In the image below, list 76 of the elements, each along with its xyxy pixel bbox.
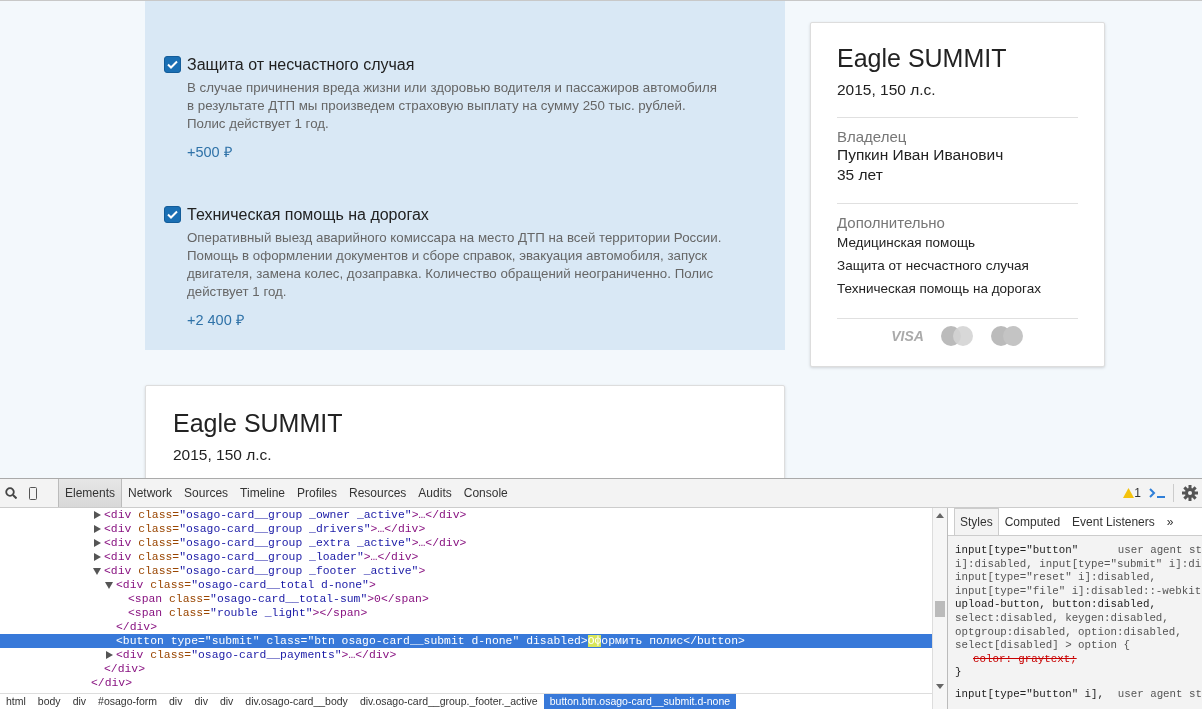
devtools-tab[interactable]: Sources (178, 479, 235, 507)
devtools-tab[interactable]: Elements (58, 479, 123, 507)
css-selector: input[type="button" (955, 544, 1079, 558)
card-title: Eagle SUMMIT (173, 408, 344, 439)
owner-label: Владелец (837, 128, 908, 145)
css-selector: input[type="file" i]:disabled::-webkit (955, 584, 1202, 599)
rule-close-brace: } (955, 666, 963, 680)
devtools-tab[interactable]: Profiles (291, 479, 343, 507)
more-tabs-button[interactable]: » (1160, 508, 1180, 535)
scrollbar[interactable] (932, 508, 947, 709)
devtools-tab[interactable]: Console (457, 479, 514, 507)
visa-logo: VISA (891, 328, 924, 344)
option-title: Защита от несчастного случая (187, 55, 416, 75)
card-title: Eagle SUMMIT (837, 43, 1008, 74)
breadcrumb-item[interactable]: div.osago-card__body (239, 694, 354, 709)
css-selector: select:disabled, keygen:disabled, (955, 611, 1170, 626)
option-price: +500 ₽ (187, 143, 233, 161)
dom-node-line[interactable]: <div class="osago-card__group _extra _active">…</div> (0, 536, 932, 550)
extra-item: Защита от несчастного случая (837, 257, 1030, 275)
settings-icon[interactable] (1182, 485, 1198, 501)
collapsed-triangle-icon[interactable] (105, 651, 113, 659)
card-subtitle: 2015, 150 л.с. (173, 446, 273, 464)
card-logo-icon (939, 325, 974, 347)
devtools-tab[interactable]: Audits (412, 479, 458, 507)
checkmark-icon (167, 210, 178, 219)
option-checkbox[interactable] (164, 56, 181, 73)
dom-node-line[interactable]: <div class="osago-card__group _drivers">…</div> (0, 522, 932, 536)
option-price: +2 400 ₽ (187, 311, 245, 329)
css-selector: input[type="reset" i]:disabled, (955, 571, 1157, 585)
rule-source: user agent st (1117, 687, 1202, 702)
dom-node-line[interactable]: <div class="osago-card__group _footer _active"> (0, 564, 932, 578)
breadcrumb-item[interactable]: div (163, 694, 189, 709)
dom-node-line[interactable]: <div class="osago-card__total d-none"> (0, 578, 932, 592)
option-description: Оперативный выезд аварийного комиссара на место ДТП на всей территории России. Помощь в оформлении документов и сборе справок, эвакуация автомобиля, запуск двигателя, замена колес, дозаправка. Количество обращений неограниченно. Полис действует 1 год. (187, 229, 723, 301)
option-checkbox[interactable] (164, 206, 181, 223)
css-property[interactable]: color: graytext; (955, 652, 1202, 667)
option-title: Техническая помощь на дорогах (187, 205, 430, 225)
sidebar-tab[interactable]: Styles (954, 508, 999, 535)
owner-age: 35 лет (837, 165, 884, 185)
dom-node-line[interactable]: <div class="osago-card__group _owner _active">…</div> (0, 508, 932, 522)
closing-tag-line: </div> (115, 620, 158, 634)
breadcrumb-item[interactable]: body (31, 694, 67, 709)
devtools-tab[interactable]: Network (122, 479, 179, 507)
breadcrumb-item[interactable]: div.osago-card__group._footer._active (353, 694, 544, 709)
css-selector: optgroup:disabled, option:disabled, (955, 625, 1183, 640)
breadcrumb-item[interactable]: div (213, 694, 240, 709)
devtools-tab[interactable]: Timeline (234, 479, 291, 507)
card-subtitle: 2015, 150 л.с. (837, 81, 937, 99)
checkmark-icon (167, 60, 178, 69)
rule-source: user agent st (1117, 544, 1202, 558)
warning-count[interactable]: 1 (1134, 486, 1141, 500)
owner-name: Пупкин Иван Иванович (837, 145, 1005, 165)
closing-tag-line: </div> (90, 676, 133, 690)
breadcrumb-item[interactable]: html (0, 694, 32, 709)
css-selector: i]:disabled, input[type="submit" i]:di (955, 557, 1202, 572)
css-selector: select[disabled] > option { (955, 639, 1131, 653)
breadcrumb-item[interactable]: #osago-form (92, 694, 163, 709)
devtools-tab[interactable]: Resources (343, 479, 413, 507)
css-selector: input[type="button" i], (955, 687, 1105, 702)
console-prompt-icon[interactable] (1149, 488, 1165, 498)
option-description: В случае причинения вреда жизни или здоровью водителя и пассажиров автомобиля в результате ДТП мы произведем страховую выплату на сумму 250 тыс. рублей. Полис действует 1 год. (187, 79, 718, 133)
dom-node-line[interactable]: <span class="osago-card__total-sum">0</span> (0, 592, 932, 606)
dom-node-line[interactable]: <span class="rouble _light"></span> (0, 606, 932, 620)
breadcrumb-item[interactable]: button.btn.osago-card__submit.d-none (543, 694, 737, 709)
extra-item: Медицинская помощь (837, 234, 977, 252)
sidebar-tab[interactable]: Event Listeners (1066, 508, 1161, 535)
dom-node-line[interactable]: <div class="osago-card__group _loader">…</div> (0, 550, 932, 564)
closing-tag-line: </div> (103, 662, 146, 676)
breadcrumb-item[interactable]: div (66, 694, 93, 709)
extras-label: Дополнительно (837, 214, 946, 231)
sidebar-tab[interactable]: Computed (998, 508, 1067, 535)
css-selector: upload-button, button:disabled, (955, 598, 1157, 612)
breadcrumb-item[interactable]: div (188, 694, 214, 709)
extra-item: Техническая помощь на дорогах (837, 280, 1042, 298)
dom-node-line[interactable]: <div class="osago-card__payments">…</div> (0, 648, 932, 662)
card-logo-icon (989, 325, 1024, 347)
